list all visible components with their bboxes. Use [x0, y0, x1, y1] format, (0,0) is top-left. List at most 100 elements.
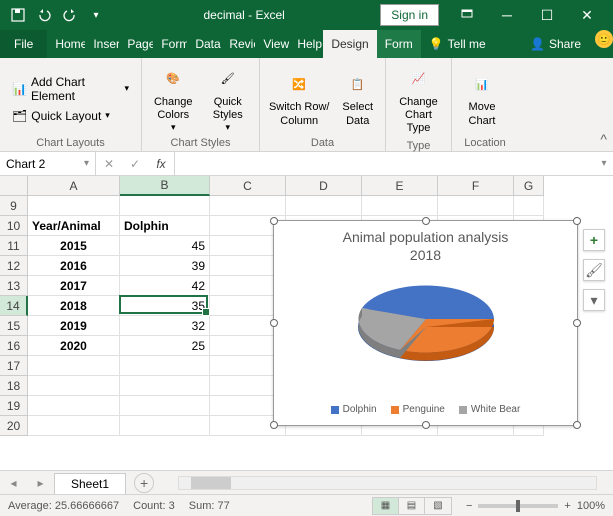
share-button[interactable]: 👤Share: [522, 30, 589, 58]
cell[interactable]: [514, 196, 544, 216]
move-chart-button[interactable]: 📊Move Chart: [458, 67, 506, 129]
tab-format[interactable]: Form: [377, 30, 421, 58]
add-chart-element-button[interactable]: 📊Add Chart Element▾: [6, 73, 135, 105]
select-data-button[interactable]: 📋Select Data: [336, 67, 379, 129]
cell[interactable]: [28, 376, 120, 396]
quick-layout-button[interactable]: 🗂Quick Layout▾: [6, 107, 116, 125]
insert-function-icon[interactable]: fx: [148, 157, 174, 171]
row-header[interactable]: 15: [0, 316, 28, 336]
row-header[interactable]: 10: [0, 216, 28, 236]
pie-chart-plot[interactable]: [274, 269, 579, 379]
cell[interactable]: 42: [120, 276, 210, 296]
legend-item[interactable]: Penguine: [391, 404, 445, 415]
cell[interactable]: 2016: [28, 256, 120, 276]
column-header[interactable]: C: [210, 176, 286, 196]
cell[interactable]: Dolphin: [120, 216, 210, 236]
sheet-nav-arrows[interactable]: ◂▸: [0, 476, 54, 490]
select-all-corner[interactable]: [0, 176, 28, 196]
cell[interactable]: [28, 416, 120, 436]
tab-file[interactable]: File: [0, 30, 47, 58]
zoom-in-button[interactable]: +: [564, 500, 570, 512]
close-button[interactable]: ✕: [567, 0, 607, 30]
cell[interactable]: 2019: [28, 316, 120, 336]
row-header[interactable]: 17: [0, 356, 28, 376]
row-header[interactable]: 13: [0, 276, 28, 296]
page-break-button[interactable]: ▧: [425, 498, 451, 514]
cell[interactable]: 32: [120, 316, 210, 336]
row-header[interactable]: 11: [0, 236, 28, 256]
cell[interactable]: [120, 416, 210, 436]
row-header[interactable]: 14: [0, 296, 28, 316]
page-layout-button[interactable]: ▤: [399, 498, 425, 514]
cell[interactable]: [28, 196, 120, 216]
chart-title-line2[interactable]: 2018: [274, 247, 577, 265]
row-header[interactable]: 18: [0, 376, 28, 396]
tab-view[interactable]: View: [255, 30, 289, 58]
row-header[interactable]: 19: [0, 396, 28, 416]
cell[interactable]: Year/Animal: [28, 216, 120, 236]
account-face-icon[interactable]: 🙂: [595, 30, 613, 48]
tab-home[interactable]: Home: [47, 30, 85, 58]
chart-styles-button[interactable]: 🖌: [583, 259, 605, 281]
row-header[interactable]: 12: [0, 256, 28, 276]
expand-formula-icon[interactable]: ▾: [595, 152, 613, 175]
cell[interactable]: [362, 196, 438, 216]
maximize-button[interactable]: ☐: [527, 0, 567, 30]
sheet-tab[interactable]: Sheet1: [54, 473, 126, 494]
cell[interactable]: 2015: [28, 236, 120, 256]
cell[interactable]: [120, 396, 210, 416]
row-header[interactable]: 16: [0, 336, 28, 356]
tab-review[interactable]: Revie: [221, 30, 255, 58]
tab-help[interactable]: Help: [289, 30, 323, 58]
quick-styles-button[interactable]: 🖌Quick Styles▾: [203, 62, 254, 135]
change-chart-type-button[interactable]: 📈Change Chart Type: [392, 62, 445, 138]
tab-insert[interactable]: Insert: [85, 30, 119, 58]
tab-design[interactable]: Design: [323, 30, 376, 58]
cell[interactable]: [438, 196, 514, 216]
name-box-input[interactable]: [6, 157, 66, 171]
qat-customize-icon[interactable]: ▾: [84, 3, 108, 27]
legend-item[interactable]: White Bear: [459, 404, 520, 415]
chart-elements-button[interactable]: +: [583, 229, 605, 251]
chart-filters-button[interactable]: ▾: [583, 289, 605, 311]
cell[interactable]: 2020: [28, 336, 120, 356]
column-header[interactable]: B: [120, 176, 210, 196]
row-header[interactable]: 9: [0, 196, 28, 216]
column-header[interactable]: A: [28, 176, 120, 196]
change-colors-button[interactable]: 🎨Change Colors▾: [148, 62, 199, 135]
cell[interactable]: [28, 356, 120, 376]
collapse-ribbon-icon[interactable]: ^: [600, 131, 607, 147]
cell[interactable]: 25: [120, 336, 210, 356]
minimize-button[interactable]: ─: [487, 0, 527, 30]
zoom-out-button[interactable]: −: [466, 500, 472, 512]
cell[interactable]: 2018: [28, 296, 120, 316]
cell[interactable]: 39: [120, 256, 210, 276]
cell[interactable]: [210, 196, 286, 216]
cell[interactable]: 35: [120, 296, 210, 316]
chart-legend[interactable]: Dolphin Penguine White Bear: [274, 404, 577, 415]
cell[interactable]: [28, 396, 120, 416]
sign-in-button[interactable]: Sign in: [380, 4, 439, 26]
save-icon[interactable]: [6, 3, 30, 27]
switch-row-column-button[interactable]: 🔀Switch Row/ Column: [266, 67, 332, 129]
embedded-chart[interactable]: Animal population analysis 2018: [273, 220, 578, 426]
formula-input[interactable]: [175, 152, 595, 175]
column-header[interactable]: D: [286, 176, 362, 196]
cell[interactable]: [286, 196, 362, 216]
tab-data[interactable]: Data: [187, 30, 221, 58]
cancel-formula-icon[interactable]: ✕: [96, 157, 122, 171]
cell[interactable]: [120, 376, 210, 396]
ribbon-options-icon[interactable]: [447, 0, 487, 30]
name-box[interactable]: ▾: [0, 152, 96, 175]
tell-me[interactable]: 💡Tell me: [421, 30, 494, 58]
cell[interactable]: 45: [120, 236, 210, 256]
column-header[interactable]: G: [514, 176, 544, 196]
accept-formula-icon[interactable]: ✓: [122, 157, 148, 171]
tab-page[interactable]: Page: [119, 30, 153, 58]
cell[interactable]: 2017: [28, 276, 120, 296]
horizontal-scrollbar[interactable]: [178, 476, 597, 490]
cell[interactable]: [120, 196, 210, 216]
tab-formulas[interactable]: Form: [153, 30, 187, 58]
column-header[interactable]: E: [362, 176, 438, 196]
cell[interactable]: [120, 356, 210, 376]
